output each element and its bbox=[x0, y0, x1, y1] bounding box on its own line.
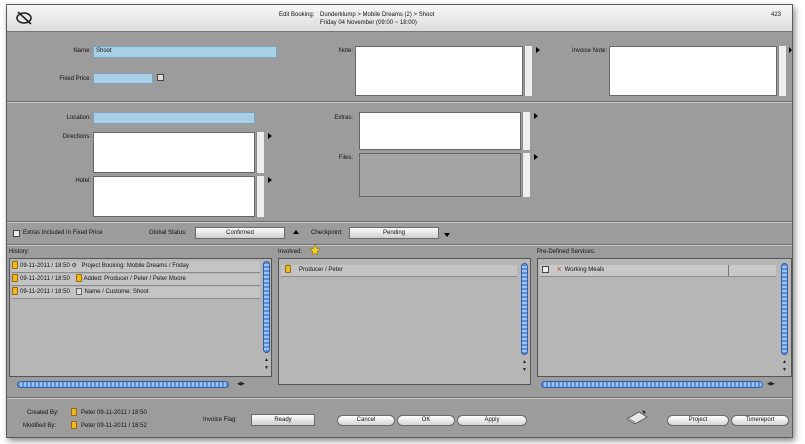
history-title: History: bbox=[9, 249, 30, 255]
services-list: ✕ Working Meals ▲ ▼ bbox=[537, 258, 792, 377]
history-row[interactable]: 09-11-2011 / 18:50 ⚙ Project Booking: Mob… bbox=[12, 261, 260, 273]
fixed-price-checkbox[interactable] bbox=[157, 74, 164, 81]
scroll-left-icon[interactable]: ◀▶ bbox=[237, 381, 245, 387]
location-field[interactable] bbox=[93, 112, 255, 124]
global-status-label: Global Status: bbox=[149, 230, 187, 236]
history-hscroll-thumb[interactable] bbox=[17, 381, 229, 388]
invoice-flag-select[interactable]: Ready bbox=[251, 414, 315, 426]
section-divider bbox=[7, 397, 792, 399]
name-label: Name: bbox=[73, 48, 91, 54]
note-label: Note: bbox=[338, 48, 353, 54]
eraser-icon[interactable] bbox=[625, 409, 649, 425]
note-scrollbar[interactable] bbox=[524, 46, 532, 96]
scroll-down-icon[interactable]: ▼ bbox=[264, 365, 269, 371]
note-textarea[interactable] bbox=[355, 46, 523, 96]
history-row[interactable]: 09-11-2011 / 18:50 Name / Custome: Shoot bbox=[12, 287, 260, 299]
extras-included-label: Extras Included In Fixed Price bbox=[23, 230, 103, 236]
note-expand-icon[interactable] bbox=[536, 47, 540, 53]
invoice-note-expand-icon[interactable] bbox=[789, 47, 792, 53]
extras-included-checkbox[interactable] bbox=[13, 230, 20, 237]
history-list: 09-11-2011 / 18:50 ⚙ Project Booking: Mob… bbox=[9, 258, 272, 377]
history-vscroll-thumb[interactable] bbox=[263, 261, 270, 353]
scroll-left-icon[interactable]: ◀▶ bbox=[767, 381, 775, 387]
title-bar: Edit Booking: Dunderklump > Mobile Dream… bbox=[7, 5, 792, 32]
services-vscroll-thumb[interactable] bbox=[781, 263, 788, 355]
checkpoint-select[interactable]: Pending bbox=[349, 227, 439, 239]
global-status-arrow-icon[interactable] bbox=[293, 230, 299, 234]
extras-label: Extras: bbox=[334, 115, 353, 121]
fork-knife-icon: ✕ bbox=[556, 267, 562, 273]
invoice-note-label: Invoice Note: bbox=[571, 48, 607, 54]
scroll-down-icon[interactable]: ▼ bbox=[782, 367, 787, 373]
checkpoint-arrow-icon[interactable] bbox=[444, 233, 450, 237]
extras-textarea[interactable] bbox=[359, 112, 521, 150]
fixed-price-label: Fixed Price: bbox=[59, 76, 91, 82]
timereport-button[interactable]: Timereport bbox=[731, 415, 789, 426]
history-row[interactable]: 09-11-2011 / 18:50 Added: Producer / Pet… bbox=[12, 274, 260, 286]
app-logo-icon bbox=[16, 11, 32, 25]
created-by-value: Peter 09-11-2011 / 18:50 bbox=[81, 410, 147, 416]
files-expand-icon[interactable] bbox=[534, 154, 538, 160]
scroll-down-icon[interactable]: ▼ bbox=[522, 367, 527, 373]
name-field[interactable]: Shoot bbox=[93, 46, 277, 58]
person-card-icon bbox=[71, 408, 77, 416]
created-by-label: Created By: bbox=[27, 410, 59, 416]
gear-icon: ⚙ bbox=[71, 263, 77, 269]
files-scrollbar[interactable] bbox=[522, 153, 530, 197]
involved-vscroll-thumb[interactable] bbox=[521, 263, 528, 355]
section-divider bbox=[7, 221, 792, 223]
hotel-scrollbar[interactable] bbox=[256, 176, 264, 217]
services-title: Pre-Defined Services: bbox=[537, 249, 596, 255]
document-icon bbox=[12, 261, 18, 270]
ok-button[interactable]: OK bbox=[397, 415, 455, 426]
service-row[interactable]: ✕ Working Meals bbox=[540, 265, 776, 277]
files-dropzone[interactable] bbox=[359, 153, 521, 197]
files-label: Files: bbox=[338, 155, 353, 161]
record-number: 423 bbox=[771, 12, 782, 18]
cancel-button[interactable]: Cancel bbox=[337, 415, 395, 426]
location-label: Location: bbox=[66, 115, 91, 121]
title-path: Dunderklump > Mobile Dreams (2) > Shoot bbox=[320, 12, 435, 18]
extras-expand-icon[interactable] bbox=[534, 113, 538, 119]
modified-by-label: Modified By: bbox=[23, 423, 57, 429]
directions-scrollbar[interactable] bbox=[256, 132, 264, 173]
edit-booking-window: Edit Booking: Dunderklump > Mobile Dream… bbox=[6, 4, 793, 438]
invoice-note-scrollbar[interactable] bbox=[778, 46, 786, 96]
involved-list: Producer / Peter ▲ ▼ bbox=[278, 258, 531, 385]
fixed-price-field[interactable] bbox=[93, 73, 153, 84]
scroll-up-icon[interactable]: ▲ bbox=[522, 359, 527, 365]
scroll-up-icon[interactable]: ▲ bbox=[782, 359, 787, 365]
note-icon bbox=[75, 287, 82, 295]
involved-row[interactable]: Producer / Peter bbox=[281, 265, 517, 277]
document-icon bbox=[12, 287, 18, 296]
person-card-icon bbox=[285, 265, 291, 274]
hotel-textarea[interactable] bbox=[93, 176, 255, 217]
directions-label: Directions: bbox=[62, 134, 91, 140]
scroll-up-icon[interactable]: ▲ bbox=[264, 357, 269, 363]
global-status-select[interactable]: Confirmed bbox=[195, 227, 285, 239]
person-card-icon bbox=[71, 421, 77, 429]
hotel-label: Hotel: bbox=[75, 178, 91, 184]
hotel-expand-icon[interactable] bbox=[268, 177, 272, 183]
modified-by-value: Peter 09-11-2011 / 18:52 bbox=[81, 423, 147, 429]
title-datetime: Friday 04 November (09:00 ~ 18:00) bbox=[320, 20, 417, 26]
document-icon bbox=[12, 274, 18, 283]
add-person-star-icon[interactable] bbox=[310, 245, 320, 255]
extras-scrollbar[interactable] bbox=[522, 112, 530, 150]
service-checkbox[interactable] bbox=[542, 265, 549, 273]
section-divider bbox=[7, 101, 792, 103]
service-value-cell[interactable] bbox=[728, 265, 776, 276]
services-hscroll-thumb[interactable] bbox=[541, 381, 763, 388]
checkpoint-label: Checkpoint: bbox=[311, 230, 343, 236]
project-button[interactable]: Project bbox=[667, 415, 729, 426]
invoice-flag-label: Invoice Flag: bbox=[203, 417, 238, 423]
involved-title: Involved: bbox=[278, 249, 303, 255]
apply-button[interactable]: Apply bbox=[457, 415, 527, 426]
invoice-note-textarea[interactable] bbox=[609, 46, 777, 96]
title-prefix: Edit Booking: bbox=[279, 12, 315, 18]
section-divider bbox=[7, 244, 792, 246]
directions-textarea[interactable] bbox=[93, 132, 255, 173]
person-card-icon bbox=[75, 274, 82, 283]
directions-expand-icon[interactable] bbox=[268, 133, 272, 139]
